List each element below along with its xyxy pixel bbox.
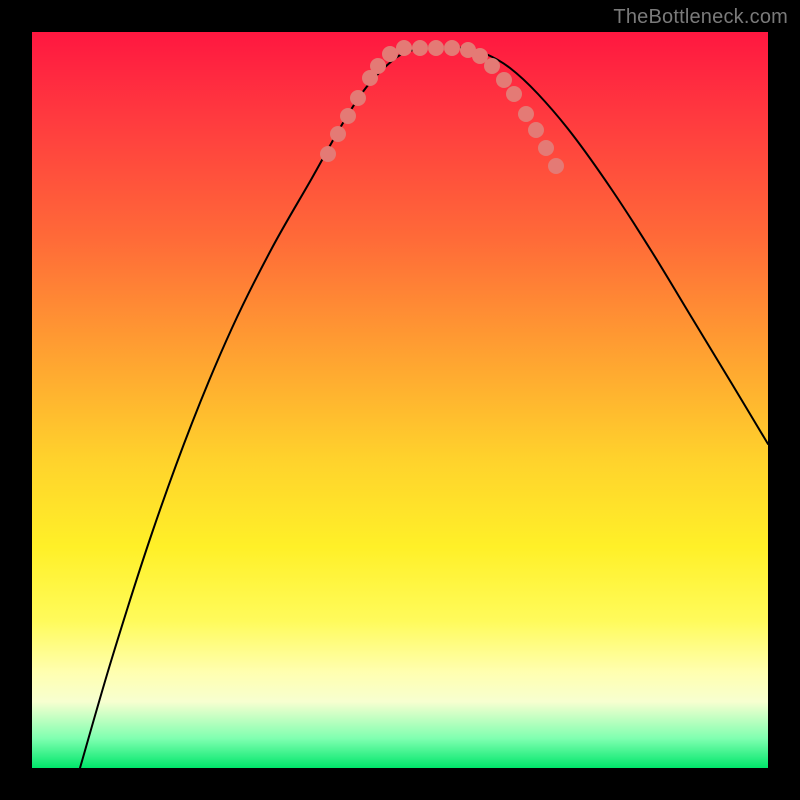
highlight-dot — [506, 86, 522, 102]
highlight-dot — [538, 140, 554, 156]
highlight-dot — [484, 58, 500, 74]
highlight-dots — [320, 40, 564, 174]
highlight-dot — [350, 90, 366, 106]
chart-frame: TheBottleneck.com — [0, 0, 800, 800]
highlight-dot — [444, 40, 460, 56]
watermark-text: TheBottleneck.com — [613, 6, 788, 29]
highlight-dot — [340, 108, 356, 124]
highlight-dot — [528, 122, 544, 138]
highlight-dot — [412, 40, 428, 56]
highlight-dot — [330, 126, 346, 142]
highlight-dot — [382, 46, 398, 62]
highlight-dot — [396, 40, 412, 56]
highlight-dot — [496, 72, 512, 88]
highlight-dot — [428, 40, 444, 56]
highlight-dot — [320, 146, 336, 162]
highlight-dot — [548, 158, 564, 174]
plot-area — [32, 32, 768, 768]
highlight-dot — [370, 58, 386, 74]
curve-layer — [32, 32, 768, 768]
bottleneck-curve — [80, 48, 768, 768]
highlight-dot — [518, 106, 534, 122]
